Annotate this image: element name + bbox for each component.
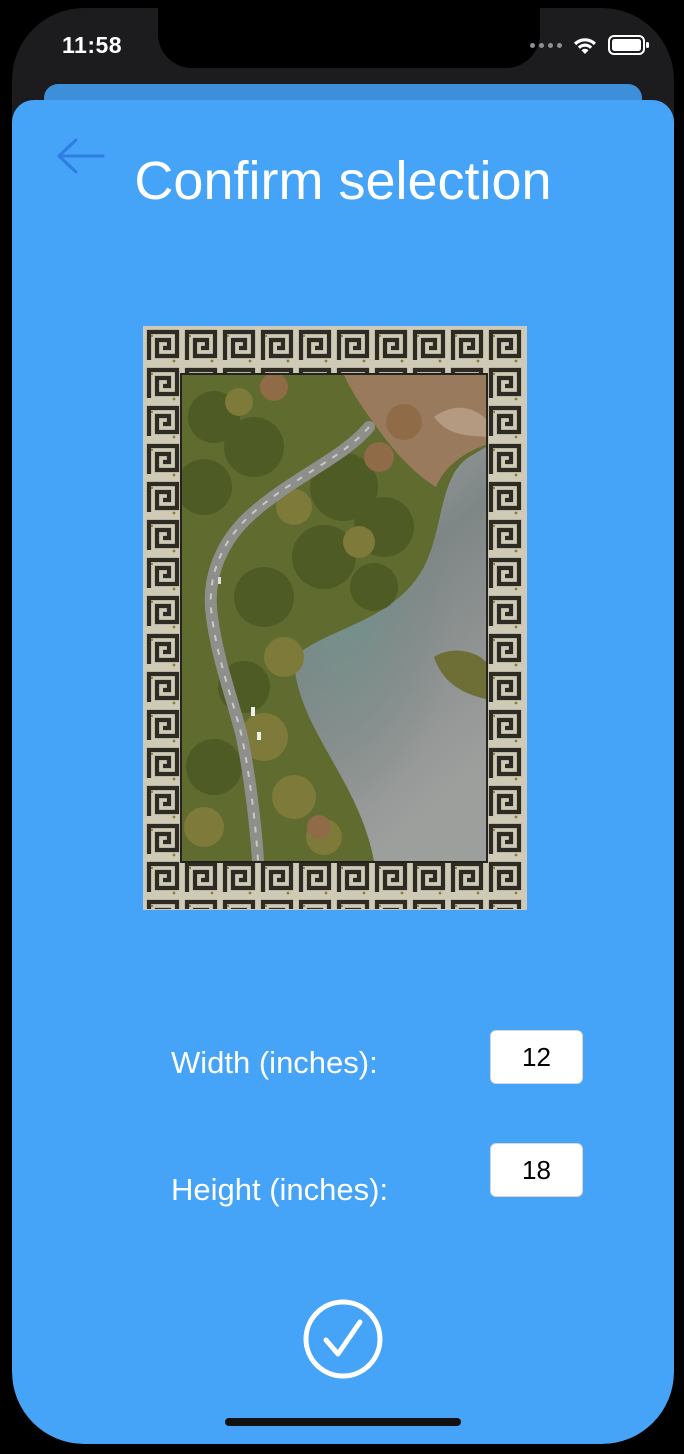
confirm-selection-sheet: Confirm selection Width (inches): 12 Hei… bbox=[12, 100, 674, 1444]
battery-icon bbox=[608, 35, 649, 55]
cellular-signal-icon bbox=[530, 42, 562, 48]
framed-artwork-image bbox=[143, 326, 527, 910]
height-label: Height (inches): bbox=[171, 1172, 389, 1207]
home-indicator[interactable] bbox=[225, 1418, 461, 1426]
screen: 11:58 Confirm selection Width (inches): … bbox=[12, 8, 674, 1444]
confirm-button[interactable] bbox=[302, 1298, 384, 1380]
width-input[interactable]: 12 bbox=[490, 1030, 583, 1084]
width-label: Width (inches): bbox=[171, 1045, 378, 1080]
status-time: 11:58 bbox=[62, 32, 123, 58]
wifi-icon bbox=[574, 38, 596, 54]
page-title: Confirm selection bbox=[134, 151, 552, 211]
check-circle-icon bbox=[303, 1299, 383, 1379]
height-input[interactable]: 18 bbox=[490, 1143, 583, 1197]
status-icons bbox=[530, 35, 650, 55]
device: 11:58 Confirm selection Width (inches): … bbox=[0, 0, 684, 1454]
notch bbox=[158, 8, 540, 68]
